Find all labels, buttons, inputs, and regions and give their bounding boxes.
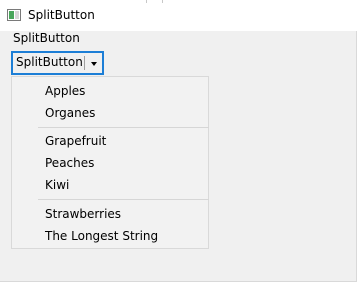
titlebar: SplitButton xyxy=(0,0,357,31)
menu-item-grapefruit[interactable]: Grapefruit xyxy=(45,132,106,150)
window-title: SplitButton xyxy=(28,8,95,22)
menu-item-organes[interactable]: Organes xyxy=(45,104,95,122)
menu-separator xyxy=(38,127,209,128)
titlebar-mark-left xyxy=(146,0,147,3)
app-window: SplitButton SplitButton SplitButton Appl… xyxy=(0,0,357,282)
section-label: SplitButton xyxy=(13,31,80,45)
menu-item-kiwi[interactable]: Kiwi xyxy=(45,176,69,194)
titlebar-mark-right xyxy=(162,0,163,3)
split-button[interactable]: SplitButton xyxy=(11,51,104,75)
dropdown-menu: Apples Organes Grapefruit Peaches Kiwi S… xyxy=(11,76,209,249)
split-button-label[interactable]: SplitButton xyxy=(13,53,84,73)
window-icon xyxy=(7,9,21,21)
menu-item-peaches[interactable]: Peaches xyxy=(45,154,94,172)
menu-separator xyxy=(38,199,209,200)
menu-item-apples[interactable]: Apples xyxy=(45,82,85,100)
menu-item-strawberries[interactable]: Strawberries xyxy=(45,205,121,223)
chevron-down-icon[interactable] xyxy=(85,53,102,73)
menu-item-the-longest-string[interactable]: The Longest String xyxy=(45,227,158,245)
